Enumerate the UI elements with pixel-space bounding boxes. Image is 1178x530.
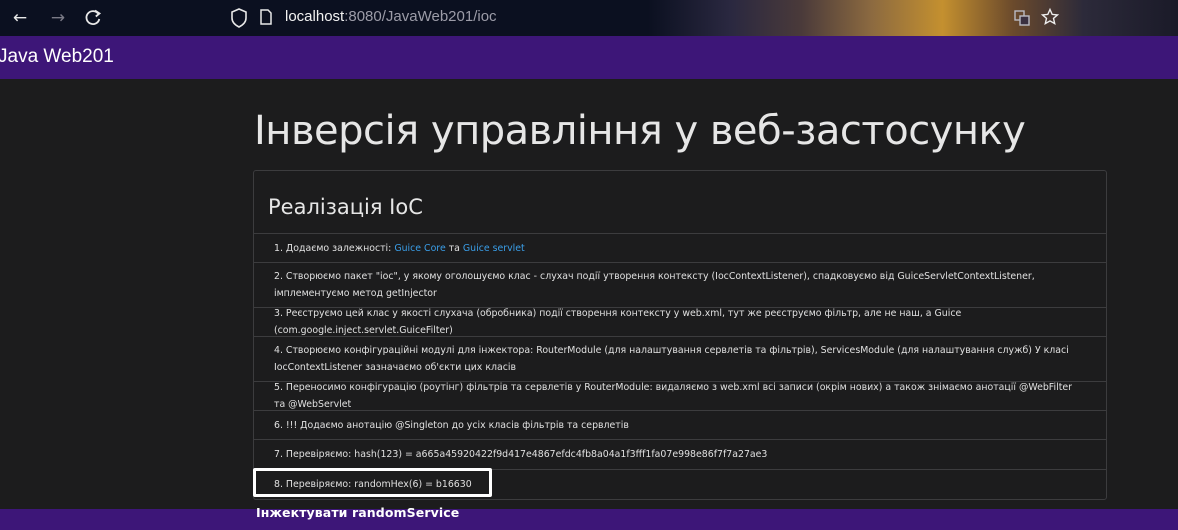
translate-icon[interactable] (1012, 8, 1032, 28)
step-2-text: 2. Створюємо пакет "ioc", у якому оголош… (274, 271, 1035, 299)
card-title: Реалізація IoC (268, 195, 423, 219)
highlight-box (253, 468, 492, 497)
address-bar[interactable]: localhost:8080/JavaWeb201/ioc (285, 8, 497, 25)
navbar: Java Web201 (0, 36, 1178, 79)
guice-servlet-link[interactable]: Guice servlet (463, 243, 525, 254)
shield-icon[interactable] (228, 6, 250, 30)
page-title: Інверсія управління у веб-застосунку (254, 108, 1026, 154)
list-item: 2. Створюємо пакет "ioc", у якому оголош… (254, 263, 1106, 308)
brand-link[interactable]: Java Web201 (0, 46, 114, 68)
bookmark-star-icon[interactable] (1040, 7, 1060, 27)
back-arrow-icon[interactable]: ← (9, 7, 31, 29)
inject-random-service-button[interactable]: Інжектувати randomService (256, 505, 459, 520)
url-path: :8080/JavaWeb201/ioc (344, 8, 497, 25)
step-6-text: 6. !!! Додаємо анотацію @Singleton до ус… (274, 419, 629, 431)
step-4-text: 4. Створюємо конфігураційні модулі для і… (274, 345, 1069, 373)
ioc-card: Реалізація IoC 1. Додаємо залежності: Gu… (253, 170, 1107, 500)
step-7-text: 7. Перевіряємо: hash(123) = a665a4592042… (274, 449, 768, 460)
step-3-text: 3. Реєструємо цей клас у якості слухача … (274, 308, 962, 336)
step-1-conj: та (445, 242, 463, 254)
step-5-text: 5. Переносимо конфігурацію (роутінг) філ… (274, 382, 1073, 410)
page-icon (260, 9, 272, 25)
url-host: localhost (285, 8, 345, 25)
steps-list: 1. Додаємо залежності: Guice Core та Gui… (254, 234, 1106, 498)
list-item: 4. Створюємо конфігураційні модулі для і… (254, 337, 1106, 382)
list-item: 6. !!! Додаємо анотацію @Singleton до ус… (254, 411, 1106, 440)
reload-icon[interactable] (82, 7, 104, 29)
list-item: 5. Переносимо конфігурацію (роутінг) філ… (254, 382, 1106, 411)
list-item: 1. Додаємо залежності: Guice Core та Gui… (254, 234, 1106, 263)
card-header: Реалізація IoC (254, 171, 1106, 234)
step-1-text: 1. Додаємо залежності: (274, 242, 395, 254)
guice-core-link[interactable]: Guice Core (394, 243, 445, 254)
browser-toolbar: ← → localhost:8080/JavaWeb201/ioc (0, 0, 1178, 36)
footer-bar (0, 509, 1178, 530)
list-item: 3. Реєструємо цей клас у якості слухача … (254, 308, 1106, 337)
forward-arrow-icon[interactable]: → (47, 7, 69, 29)
list-item: 7. Перевіряємо: hash(123) = a665a4592042… (254, 440, 1106, 470)
